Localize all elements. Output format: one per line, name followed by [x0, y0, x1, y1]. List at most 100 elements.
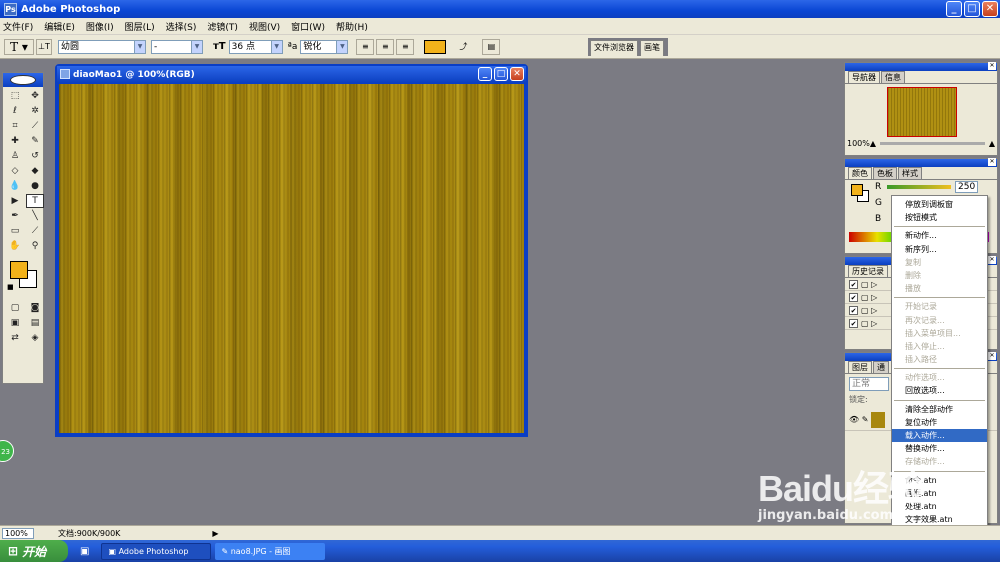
screen-mode-icon[interactable]: ▣: [6, 316, 24, 330]
doc-maximize-button[interactable]: □: [494, 67, 508, 81]
healing-brush-tool-icon[interactable]: ✚: [6, 134, 24, 148]
tab-layers[interactable]: 图层: [848, 361, 872, 373]
move-tool-icon[interactable]: ✥: [26, 89, 44, 103]
check-icon[interactable]: ✔: [849, 318, 858, 328]
context-menu-item[interactable]: 替换动作...: [892, 442, 987, 455]
doc-close-button[interactable]: ✕: [510, 67, 524, 81]
path-selection-tool-icon[interactable]: ▶: [6, 194, 24, 208]
panel-close-icon[interactable]: ✕: [988, 256, 996, 264]
lasso-tool-icon[interactable]: ℓ: [6, 104, 24, 118]
triangle-right-icon[interactable]: ▷: [871, 306, 877, 315]
status-zoom-field[interactable]: 100%: [2, 527, 34, 539]
marquee-tool-icon[interactable]: ⬚: [6, 89, 24, 103]
task-photoshop[interactable]: ▣ Adobe Photoshop: [101, 542, 212, 560]
color-panel-fg-swatch[interactable]: [851, 184, 863, 196]
type-tool-icon[interactable]: T: [26, 194, 44, 208]
menu-item[interactable]: 视图(V): [249, 20, 280, 33]
task-paint[interactable]: ✎ nao8.JPG - 画图: [215, 542, 326, 560]
doc-minimize-button[interactable]: _: [478, 67, 492, 81]
blend-mode-select[interactable]: 正常: [849, 377, 889, 391]
status-arrow-icon[interactable]: ▶: [212, 529, 218, 538]
text-color-swatch[interactable]: [424, 39, 447, 54]
zoom-out-icon[interactable]: ▲: [870, 139, 876, 148]
palettes-toggle-icon[interactable]: ▤: [482, 38, 501, 55]
blur-tool-icon[interactable]: 💧: [6, 179, 24, 193]
panel-titlebar[interactable]: ✕: [845, 158, 997, 167]
context-menu-item[interactable]: 新序列...: [892, 243, 987, 256]
tab-styles[interactable]: 样式: [898, 167, 922, 179]
panel-titlebar[interactable]: ✕: [845, 62, 997, 71]
document-titlebar[interactable]: diaoMao1 @ 100%(RGB) _ □ ✕: [57, 66, 526, 83]
tab-navigator[interactable]: 导航器: [848, 71, 880, 83]
text-orientation-icon[interactable]: ⊥T: [36, 38, 52, 55]
tab-history[interactable]: 历史记录: [848, 265, 888, 277]
menu-item[interactable]: 滤镜(T): [207, 20, 238, 33]
dialog-toggle-icon[interactable]: ▢: [861, 293, 869, 302]
standard-mode-icon[interactable]: ▢: [6, 301, 24, 315]
tab-color[interactable]: 颜色: [848, 167, 872, 179]
menu-item[interactable]: 窗口(W): [291, 20, 325, 33]
channel-r-slider[interactable]: [887, 185, 951, 189]
fullscreen-mode-icon[interactable]: ▤: [26, 316, 44, 330]
channel-r-value[interactable]: 250: [955, 181, 979, 193]
font-style-select[interactable]: - ▼: [151, 39, 203, 54]
panel-close-icon[interactable]: ✕: [988, 62, 996, 70]
zoom-slider[interactable]: [880, 142, 985, 145]
clone-stamp-tool-icon[interactable]: ♙: [6, 149, 24, 163]
crop-tool-icon[interactable]: ⌗: [6, 119, 24, 133]
hand-tool-icon[interactable]: ✋: [6, 239, 24, 253]
paint-bucket-tool-icon[interactable]: ◆: [26, 164, 44, 178]
zoom-tool-icon[interactable]: ⚲: [26, 239, 44, 253]
notes-tool-icon[interactable]: ▭: [6, 224, 24, 238]
foreground-color-swatch[interactable]: [10, 261, 28, 279]
context-menu-item[interactable]: 停放到调板窗: [892, 198, 987, 211]
default-colors-icon[interactable]: ■: [7, 283, 14, 291]
start-button[interactable]: ⊞ 开始: [0, 540, 68, 562]
context-menu-item[interactable]: 清除全部动作: [892, 403, 987, 416]
align-center-icon[interactable]: ≡: [376, 38, 395, 55]
align-right-icon[interactable]: ≡: [396, 38, 415, 55]
menu-item[interactable]: 文件(F): [3, 20, 33, 33]
check-icon[interactable]: ✔: [849, 279, 858, 289]
antialias-select[interactable]: 锐化 ▼: [300, 39, 349, 54]
imageready-icon[interactable]: ◈: [26, 331, 44, 345]
dialog-toggle-icon[interactable]: ▢: [861, 319, 869, 328]
context-menu-item[interactable]: 复位动作: [892, 416, 987, 429]
triangle-right-icon[interactable]: ▷: [871, 280, 877, 289]
check-icon[interactable]: ✔: [849, 305, 858, 315]
tab-channels[interactable]: 通: [873, 361, 889, 373]
close-button[interactable]: ✕: [982, 1, 998, 17]
tab-info[interactable]: 信息: [881, 71, 905, 83]
menu-item[interactable]: 图像(I): [86, 20, 114, 33]
align-left-icon[interactable]: ≡: [356, 38, 375, 55]
dialog-toggle-icon[interactable]: ▢: [861, 306, 869, 315]
menu-item[interactable]: 选择(S): [166, 20, 197, 33]
navigator-zoom-value[interactable]: 100%: [847, 139, 870, 148]
font-size-select[interactable]: 36 点 ▼: [228, 39, 283, 54]
font-family-select[interactable]: 幼圆 ▼: [58, 39, 146, 54]
context-menu-item[interactable]: 载入动作...: [892, 429, 987, 443]
eraser-tool-icon[interactable]: ◇: [6, 164, 24, 178]
history-brush-tool-icon[interactable]: ↺: [26, 149, 44, 163]
quick-mask-mode-icon[interactable]: ◙: [26, 301, 44, 315]
check-icon[interactable]: ✔: [849, 292, 858, 302]
brush-tool-icon[interactable]: ✎: [26, 134, 44, 148]
image-canvas[interactable]: [59, 84, 524, 433]
panel-close-icon[interactable]: ✕: [988, 352, 996, 360]
show-desktop-icon[interactable]: ▣: [80, 546, 89, 557]
eyedropper-tool-icon[interactable]: ⟋: [26, 224, 44, 238]
context-menu-item[interactable]: 按钮模式: [892, 211, 987, 224]
panel-close-icon[interactable]: ✕: [988, 158, 996, 166]
text-tool-preset-button[interactable]: T ▾: [4, 38, 34, 55]
warp-text-icon[interactable]: ⤴: [454, 38, 473, 55]
context-menu-item[interactable]: 新动作...: [892, 229, 987, 242]
dialog-toggle-icon[interactable]: ▢: [861, 280, 869, 289]
slice-tool-icon[interactable]: ⟋: [26, 119, 44, 133]
line-tool-icon[interactable]: ╲: [26, 209, 44, 223]
triangle-right-icon[interactable]: ▷: [871, 293, 877, 302]
zoom-in-icon[interactable]: ▲: [989, 139, 995, 148]
menu-item[interactable]: 图层(L): [125, 20, 155, 33]
pen-tool-icon[interactable]: ✒: [6, 209, 24, 223]
jump-to-imageready-icon[interactable]: ⇄: [6, 331, 24, 345]
eye-icon[interactable]: 👁: [849, 415, 859, 424]
